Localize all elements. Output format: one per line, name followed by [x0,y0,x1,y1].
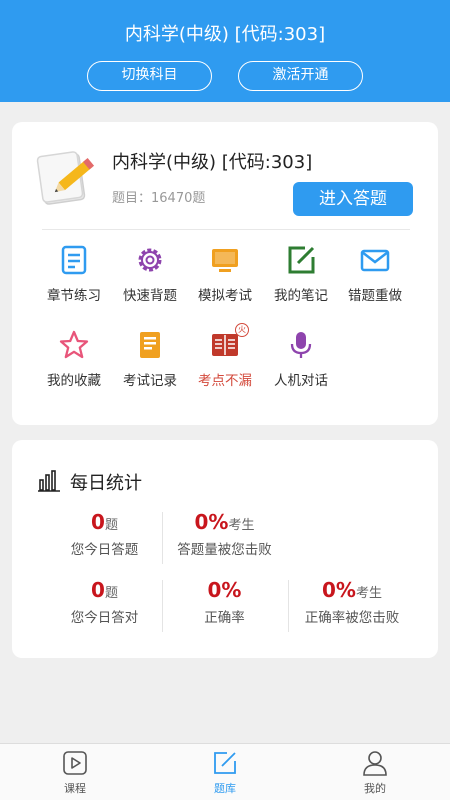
func-redo-wrong[interactable]: 错题重做 [335,244,415,304]
func-chapter-practice[interactable]: 章节练习 [34,244,114,304]
stat-desc: 答题量被您击败 [177,542,272,558]
func-label: 章节练习 [47,288,101,304]
stat-beat-count: 0%考生 答题量被您击败 [167,510,282,558]
tab-label: 我的 [364,782,386,795]
star-icon [59,330,89,359]
question-count: 题目：16470题 [112,191,206,206]
tab-label: 题库 [214,782,236,795]
tab-mine[interactable]: 我的 [335,750,415,796]
stat-today-correct: 0题 您今日答对 [52,578,157,626]
func-label: 考点不漏 [198,373,252,389]
stat-value: 0% [194,510,229,534]
enter-answer-button[interactable]: 进入答题 [293,182,413,216]
func-label: 模拟考试 [198,288,252,304]
func-label: 人机对话 [274,373,328,389]
func-my-notes[interactable]: 我的笔记 [261,244,341,304]
stat-unit: 题 [104,518,118,533]
envelope-icon [360,249,390,272]
stat-desc: 您今日答对 [70,610,139,626]
subject-card: 内科学(中级) [代码:303] 题目：16470题 进入答题 章节练习 快速背… [12,122,438,425]
stat-value: 0% [207,578,242,602]
page-title: 内科学(中级) [代码:303] [124,24,326,45]
stat-desc: 您今日答题 [70,542,139,558]
tab-courses[interactable]: 课程 [35,750,115,796]
func-exam-records[interactable]: 考试记录 [110,329,190,389]
stats-title: 每日统计 [70,473,142,494]
stat-unit: 题 [104,586,118,601]
monitor-icon [212,249,238,272]
divider [162,512,163,564]
bottom-tab-bar: 课程 题库 我的 [0,743,450,800]
bar-chart-icon [38,470,60,492]
switch-subject-button[interactable]: 切换科目 [87,61,212,91]
func-label: 错题重做 [348,288,402,304]
gear-icon [138,248,162,272]
stat-today-answered: 0题 您今日答题 [52,510,157,558]
record-icon [140,332,160,358]
stat-accuracy: 0% 正确率 [167,578,282,626]
subject-title: 内科学(中级) [代码:303] [112,152,313,173]
hot-badge: 火 [235,323,249,337]
activate-button[interactable]: 激活开通 [238,61,363,91]
play-icon [63,751,87,775]
func-mock-exam[interactable]: 模拟考试 [185,244,265,304]
stat-unit: 考生 [228,518,255,533]
tab-label: 课程 [64,782,86,795]
func-label: 我的收藏 [47,373,101,389]
stat-desc: 正确率 [204,610,245,626]
func-quick-review[interactable]: 快速背题 [110,244,190,304]
func-label: 我的笔记 [274,288,328,304]
func-my-favorites[interactable]: 我的收藏 [34,329,114,389]
stat-desc: 正确率被您击败 [304,610,400,626]
edit-icon [214,752,236,774]
stat-value: 0 [91,578,105,602]
func-label: 考试记录 [123,373,177,389]
stat-unit: 考生 [355,586,382,601]
divider [288,580,289,632]
func-key-points[interactable]: 火 考点不漏 [185,323,265,389]
user-icon [363,751,387,776]
divider [162,580,163,632]
chapter-doc-icon [61,245,87,275]
note-edit-icon [288,246,315,274]
stat-accuracy-beat: 0%考生 正确率被您击败 [292,578,412,626]
stat-value: 0 [91,510,105,534]
func-dialogue[interactable]: 人机对话 [261,329,341,389]
tab-question-bank[interactable]: 题库 [185,750,265,796]
header-bar: 内科学(中级) [代码:303] 切换科目 激活开通 [0,0,450,102]
func-label: 快速背题 [123,288,177,304]
daily-stats-card: 每日统计 0题 您今日答题 0%考生 答题量被您击败 0题 您今日答对 0% 正… [12,440,438,658]
stat-value: 0% [322,578,356,602]
microphone-icon [290,332,312,358]
divider [42,229,410,230]
pencil-notepad-icon [36,151,95,205]
